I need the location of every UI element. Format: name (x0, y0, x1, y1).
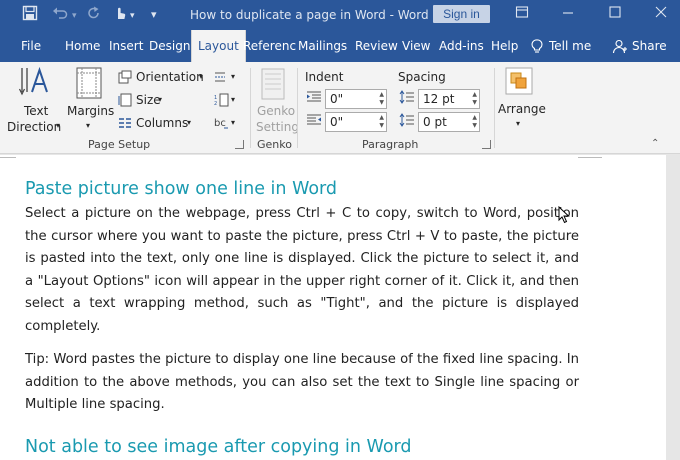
page-setup-launcher-icon[interactable] (235, 140, 244, 149)
breaks-dropdown-icon[interactable]: ▾ (231, 72, 235, 81)
page-setup-group-label: Page Setup (88, 138, 151, 151)
tab-design[interactable]: Design (149, 39, 190, 53)
ribbon-display-options-icon[interactable] (515, 5, 529, 19)
repeat-icon[interactable] (86, 5, 102, 21)
spacing-after-value: 0 pt (423, 115, 447, 129)
columns-button[interactable]: Columns (136, 116, 188, 130)
svg-text:bc: bc (214, 118, 226, 129)
tab-references[interactable]: Referenc (243, 39, 296, 53)
indent-left-input[interactable]: 0" ▲ ▼ (325, 89, 387, 109)
title-bar: ▾ ▾ ▾ How to duplicate a page in Word - … (0, 0, 680, 30)
spacing-before-value: 12 pt (423, 92, 455, 106)
spinner-arrows-icon[interactable]: ▲ ▼ (379, 114, 384, 130)
window-title: How to duplicate a page in Word - Word (190, 8, 429, 22)
touch-mode-icon[interactable] (112, 5, 128, 21)
spacing-label: Spacing (398, 70, 446, 84)
indent-label: Indent (305, 70, 344, 84)
spinner-arrows-icon[interactable]: ▲ ▼ (472, 91, 477, 107)
touch-dropdown-icon[interactable]: ▾ (130, 10, 135, 21)
size-button[interactable]: Size (136, 93, 161, 107)
indent-right-value: 0" (330, 115, 344, 129)
text-direction-dropdown-icon[interactable]: ▾ (56, 121, 60, 130)
arrange-icon[interactable] (505, 67, 533, 95)
arrange-dropdown-icon[interactable]: ▾ (516, 119, 520, 128)
heading-paste-picture: Paste picture show one line in Word (25, 179, 338, 199)
spinner-arrows-icon[interactable]: ▲ ▼ (379, 91, 384, 107)
svg-text:2: 2 (214, 101, 217, 107)
group-separator (250, 68, 251, 148)
ribbon-tab-bar: File Home Insert Design Layout Referenc … (0, 30, 680, 62)
spinner-arrows-icon[interactable]: ▲ ▼ (472, 114, 477, 130)
paragraph-1: Select a picture on the webpage, press C… (25, 206, 579, 334)
close-icon[interactable] (654, 5, 668, 19)
genko-setting-icon (261, 68, 285, 100)
hyphenation-icon[interactable]: bc (214, 116, 230, 130)
indent-left-icon (306, 90, 322, 104)
heading-not-able-to-see: Not able to see image after copying in W… (25, 437, 412, 457)
lightbulb-icon[interactable] (531, 39, 543, 54)
group-separator (494, 68, 495, 148)
sign-in-button[interactable]: Sign in (433, 5, 490, 23)
indent-right-input[interactable]: 0" ▲ ▼ (325, 112, 387, 132)
ribbon-layout: Text Direction ▾ Margins ▾ Orientation ▾… (0, 62, 680, 154)
margins-dropdown-icon[interactable]: ▾ (86, 121, 90, 130)
tab-home[interactable]: Home (65, 39, 100, 53)
line-numbers-dropdown-icon[interactable]: ▾ (231, 95, 235, 104)
save-icon[interactable] (22, 5, 38, 21)
text-direction-icon[interactable] (18, 66, 52, 100)
document-page[interactable]: Paste picture show one line in Word Sele… (0, 155, 666, 460)
columns-dropdown-icon[interactable]: ▾ (187, 118, 191, 127)
paragraph-group-label: Paragraph (362, 138, 419, 151)
margins-button[interactable]: Margins (67, 104, 114, 118)
page-corner-mark (578, 155, 602, 158)
tab-insert[interactable]: Insert (109, 39, 143, 53)
tab-layout[interactable]: Layout (191, 30, 246, 62)
tab-view[interactable]: View (402, 39, 430, 53)
tab-review[interactable]: Review (355, 39, 398, 53)
share-button[interactable]: Share (632, 39, 667, 53)
breaks-icon[interactable] (214, 70, 230, 84)
genko-group-label: Genko (257, 138, 292, 151)
maximize-icon[interactable] (608, 5, 622, 19)
mouse-cursor-icon (558, 206, 570, 224)
orientation-icon[interactable] (118, 70, 132, 84)
spacing-after-icon (399, 113, 415, 127)
columns-icon[interactable] (118, 116, 132, 130)
margins-icon[interactable] (76, 67, 102, 99)
genko-setting-label-1: Genko (257, 104, 296, 118)
orientation-dropdown-icon[interactable]: ▾ (199, 72, 203, 81)
undo-icon[interactable] (52, 5, 68, 21)
size-icon[interactable] (118, 93, 132, 107)
minimize-icon[interactable] (561, 5, 575, 19)
tab-mailings[interactable]: Mailings (298, 39, 347, 53)
indent-right-icon (306, 113, 322, 127)
arrange-button[interactable]: Arrange (498, 102, 546, 116)
tab-file[interactable]: File (21, 39, 41, 53)
text-direction-label-2[interactable]: Direction (7, 120, 61, 134)
tab-add-ins[interactable]: Add-ins (439, 39, 484, 53)
page-corner-mark (0, 155, 16, 158)
paragraph-launcher-icon[interactable] (482, 140, 491, 149)
vertical-scrollbar[interactable] (666, 155, 680, 460)
share-icon[interactable] (612, 39, 628, 54)
size-dropdown-icon[interactable]: ▾ (158, 95, 162, 104)
hyphenation-dropdown-icon[interactable]: ▾ (231, 118, 235, 127)
text-direction-label-1: Text (24, 104, 49, 118)
customize-qat-icon[interactable]: ▾ (151, 8, 157, 21)
collapse-ribbon-icon[interactable]: ⌃ (651, 138, 659, 149)
paragraph-2: Tip: Word pastes the picture to display … (25, 352, 579, 412)
spacing-before-input[interactable]: 12 pt ▲ ▼ (418, 89, 480, 109)
orientation-button[interactable]: Orientation (136, 70, 204, 84)
tell-me-search[interactable]: Tell me (549, 39, 591, 53)
line-numbers-icon[interactable]: 12 (214, 93, 230, 107)
group-separator (297, 68, 298, 148)
genko-setting-label-2: Setting (256, 120, 299, 134)
undo-dropdown-icon[interactable]: ▾ (72, 10, 77, 21)
spacing-after-input[interactable]: 0 pt ▲ ▼ (418, 112, 480, 132)
indent-left-value: 0" (330, 92, 344, 106)
tab-help[interactable]: Help (491, 39, 518, 53)
spacing-before-icon (399, 90, 415, 104)
